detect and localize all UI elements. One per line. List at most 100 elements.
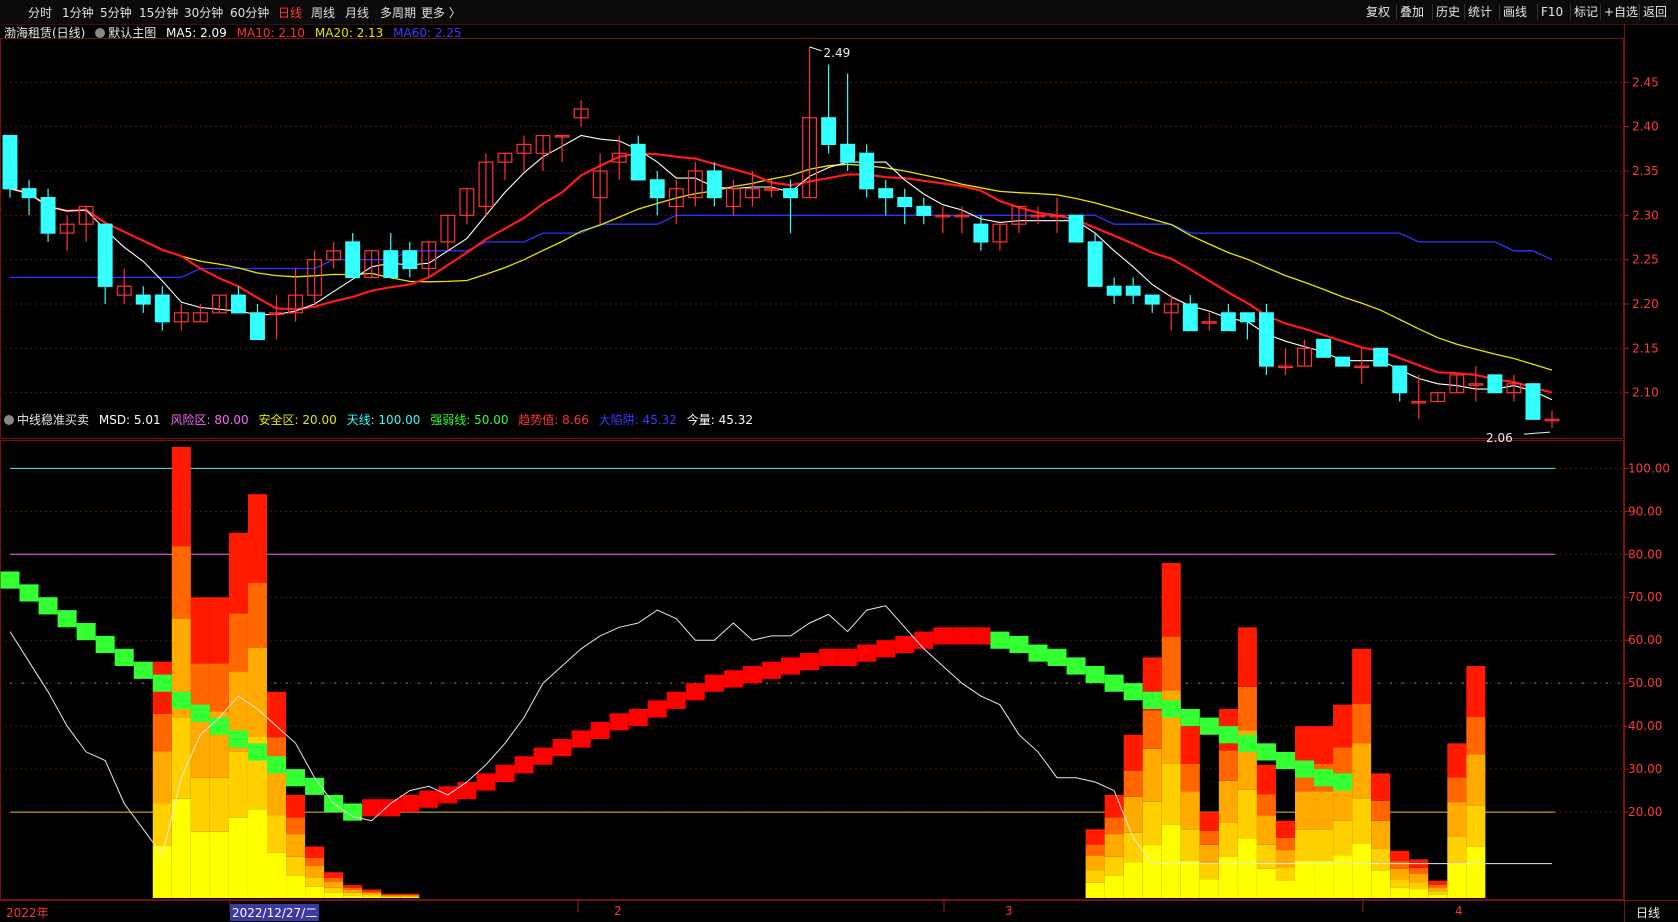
msd-block: [381, 799, 401, 817]
volume-bar-seg: [400, 895, 420, 897]
volume-bar-seg: [400, 897, 420, 898]
msd-block: [1085, 665, 1105, 684]
volume-bar-seg: [152, 751, 172, 804]
volume-bar-seg: [1085, 829, 1105, 845]
volume-bar-seg: [1390, 868, 1410, 880]
volume-bar-seg: [1466, 717, 1486, 755]
volume-bar-seg: [1352, 743, 1372, 799]
price-tick-label: 2.25: [1632, 253, 1659, 267]
volume-bar-seg: [190, 597, 210, 664]
volume-bar-seg: [1352, 798, 1372, 844]
candle-body: [706, 170, 722, 199]
volume-bar-seg: [362, 892, 382, 895]
msd-block: [1314, 769, 1334, 787]
volume-bar-seg: [324, 882, 344, 888]
candle-body: [1106, 285, 1122, 296]
chart-canvas[interactable]: 2.10 2.15 2.20 2.25 2.30 2.35 2.40 2.45 2.49 2.06…: [0, 0, 1678, 922]
period-label[interactable]: 日线: [1636, 904, 1660, 921]
volume-bar-seg: [1161, 824, 1181, 898]
msd-block: [190, 704, 210, 722]
volume-bar-seg: [1466, 665, 1486, 718]
volume-bar-seg: [1256, 794, 1276, 816]
msd-block: [952, 627, 972, 645]
volume-bar-seg: [1142, 845, 1162, 898]
volume-bar-seg: [267, 770, 287, 816]
volume-bar-seg: [152, 713, 172, 752]
volume-bar-seg: [1199, 830, 1219, 845]
volume-bar-seg: [1428, 894, 1448, 898]
msd-block: [400, 794, 420, 813]
volume-bar-seg: [1447, 777, 1467, 803]
volume-bar-seg: [324, 892, 344, 898]
volume-bar-seg: [1123, 862, 1143, 898]
volume-bar-seg: [324, 887, 344, 893]
volume-bar-seg: [1161, 562, 1181, 637]
msd-block: [247, 743, 267, 761]
volume-bar-seg: [267, 852, 287, 898]
msd-block: [742, 665, 762, 684]
volume-bar-seg: [1123, 770, 1143, 797]
sub-tick-label: 90.00: [1628, 504, 1662, 518]
msd-block: [514, 756, 534, 774]
candle-body: [1125, 285, 1141, 296]
msd-block: [590, 721, 610, 740]
date-label-0: 2022年: [6, 906, 49, 920]
msd-block: [647, 700, 667, 718]
volume-bar-seg: [1256, 815, 1276, 845]
volume-bar-seg: [247, 809, 267, 898]
msd-block: [1009, 635, 1029, 654]
candle-body: [154, 294, 170, 323]
volume-bar-seg: [171, 546, 191, 619]
volume-bar-seg: [190, 663, 210, 712]
candle-body: [40, 197, 56, 234]
volume-bar-seg: [1104, 875, 1124, 898]
candle-body: [973, 223, 989, 243]
msd-block: [685, 683, 705, 701]
volume-bar-seg: [362, 889, 382, 892]
sub-tick-label: 50.00: [1628, 676, 1662, 690]
volume-bar-seg: [1104, 834, 1124, 857]
volume-bar-seg: [171, 798, 191, 898]
msd-block: [362, 799, 382, 817]
volume-bar-seg: [1295, 860, 1315, 898]
candle-body: [250, 312, 265, 341]
volume-bar-seg: [1466, 846, 1486, 898]
volume-bar-seg: [1104, 856, 1124, 876]
msd-block: [1142, 691, 1162, 709]
msd-block: [781, 657, 801, 675]
msd-block: [914, 631, 934, 649]
low-marker-line: [1523, 431, 1551, 435]
msd-block: [971, 627, 991, 645]
msd-block: [1275, 751, 1295, 770]
volume-bar-seg: [1180, 763, 1200, 792]
volume-bar-seg: [305, 866, 325, 878]
volume-bar-seg: [1085, 844, 1105, 856]
candle-body: [2, 134, 18, 190]
volume-bar-seg: [305, 886, 325, 898]
volume-bar-seg: [152, 803, 172, 847]
volume-bar-seg: [1295, 829, 1315, 861]
sub-tick-label: 40.00: [1628, 719, 1662, 733]
volume-bar-seg: [1333, 704, 1353, 748]
volume-bar-seg: [1237, 789, 1257, 839]
volume-bar-seg: [286, 817, 306, 835]
msd-block: [419, 790, 439, 808]
volume-bar-seg: [1314, 726, 1334, 764]
candle-body: [840, 143, 856, 163]
candle-body: [897, 197, 913, 208]
candle-body: [21, 188, 37, 199]
volume-bar-seg: [400, 894, 420, 896]
msd-block: [628, 708, 648, 727]
volume-bar-seg: [1218, 822, 1238, 857]
volume-bar-seg: [400, 893, 420, 895]
volume-bar-seg: [1333, 855, 1353, 898]
msd-block: [1237, 734, 1257, 752]
volume-bar-seg: [171, 446, 191, 547]
msd-block: [57, 610, 77, 628]
msd-block: [133, 661, 153, 679]
price-tick-label: 2.20: [1632, 297, 1659, 311]
volume-bar-seg: [1371, 773, 1391, 801]
volume-bar-seg: [1466, 754, 1486, 806]
volume-bar-seg: [286, 875, 306, 898]
volume-bar-seg: [228, 532, 248, 614]
